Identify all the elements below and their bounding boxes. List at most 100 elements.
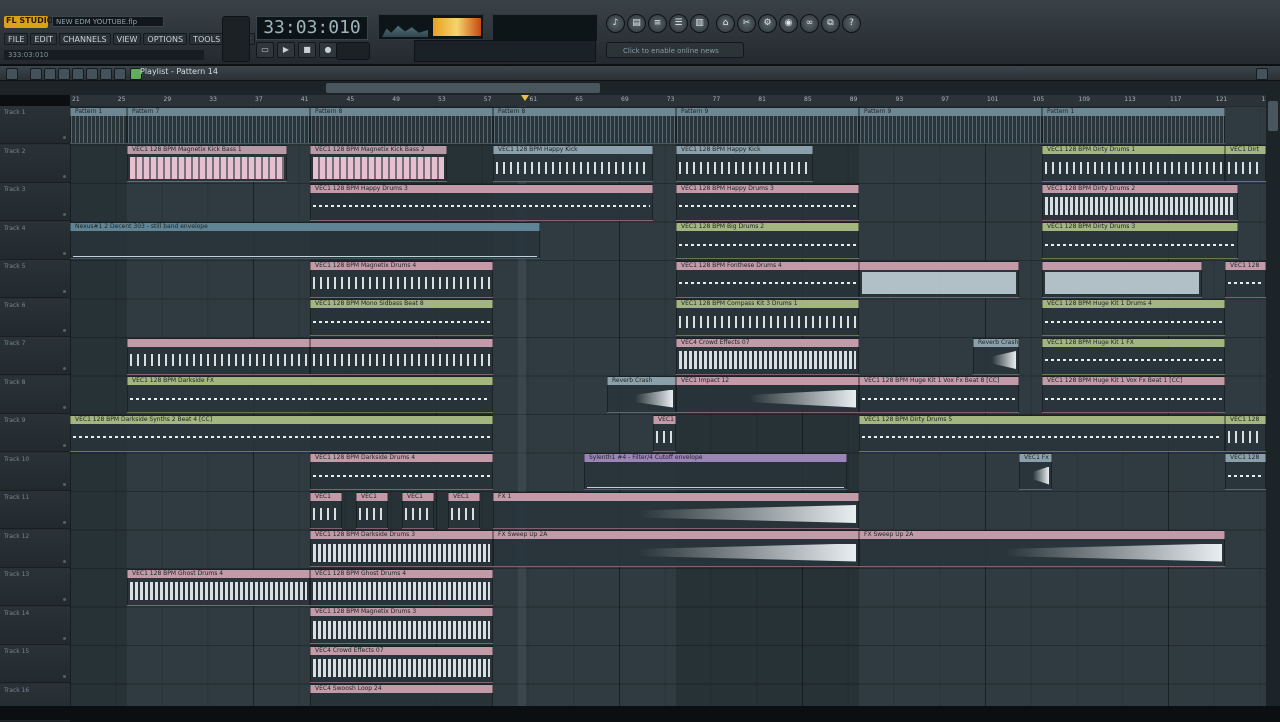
clip-automation[interactable]: Nexus#1 2 Decent 303 - still band envelo… xyxy=(70,222,540,259)
record-button[interactable]: ● xyxy=(319,42,337,58)
clip-audio[interactable]: VEC1 128 xyxy=(1225,414,1266,452)
clip-audio[interactable]: VEC1 Fx xyxy=(1019,453,1052,490)
clip-audio[interactable]: VEC1 xyxy=(448,491,480,529)
plugin-icon[interactable]: ⚙ xyxy=(758,14,777,33)
clip-pattern[interactable]: Pattern 1 xyxy=(70,106,127,144)
clip-audio[interactable]: FX 1 xyxy=(493,491,859,529)
piano-roll-icon[interactable]: ▤ xyxy=(627,14,646,33)
track-header[interactable]: Track 9 xyxy=(0,414,70,452)
clip-audio[interactable] xyxy=(859,260,1019,298)
clip-audio[interactable]: VEC1 128 xyxy=(1225,453,1266,490)
menu-channels[interactable]: CHANNELS xyxy=(58,33,111,45)
mixer-icon[interactable]: ☰ xyxy=(669,14,688,33)
clip-audio[interactable]: VEC1 128 BPM Magnetix Kick Bass 1 xyxy=(127,145,287,182)
clip-audio[interactable]: VEC1 128 BPM Dirty Drums 2 xyxy=(1042,183,1238,221)
clip-audio[interactable]: VEC1 128 BPM Huge Kit 1 Vox Fx Beat 1 [C… xyxy=(1042,376,1225,413)
clip-audio[interactable]: VEC1 128 BPM Huge Kit 1 FX xyxy=(1042,337,1225,375)
clip-pattern[interactable]: Pattern 1 xyxy=(1042,106,1225,144)
clip-pattern[interactable]: Pattern 8 xyxy=(493,106,676,144)
track-header[interactable]: Track 10 xyxy=(0,452,70,491)
clip-audio[interactable]: VEC1 Impact 12 xyxy=(676,376,859,413)
clip-audio[interactable] xyxy=(1042,260,1202,298)
track-header[interactable]: Track 6 xyxy=(0,298,70,337)
track-header[interactable]: Track 4 xyxy=(0,221,70,260)
clip-audio[interactable]: VEC1 128 BPM Darkside Synths 2 Beat 4 [C… xyxy=(70,414,493,452)
tempo-panel[interactable] xyxy=(336,42,370,60)
track-header[interactable]: Track 8 xyxy=(0,375,70,414)
track-header[interactable]: Track 13 xyxy=(0,568,70,606)
clip-audio[interactable]: VEC1 128 BPM Fonthese Drums 4 xyxy=(676,260,859,298)
paint-tool-button[interactable] xyxy=(44,68,56,80)
clip-audio[interactable]: VEC1 128 BPM Ghost Drums 4 xyxy=(127,568,310,606)
help-icon[interactable]: ? xyxy=(842,14,861,33)
pattern-song-toggle[interactable]: ▭ xyxy=(256,42,274,58)
menu-view[interactable]: VIEW xyxy=(112,33,142,45)
clip-audio[interactable]: VEC1 128 BPM Dirty Drums 3 xyxy=(1042,222,1238,259)
slice-tool-button[interactable] xyxy=(86,68,98,80)
track-header[interactable]: Track 1 xyxy=(0,106,70,144)
menu-tools[interactable]: TOOLS xyxy=(189,33,225,45)
stop-button[interactable]: ■ xyxy=(298,42,316,58)
track-header[interactable]: Track 14 xyxy=(0,606,70,645)
track-header[interactable]: Track 15 xyxy=(0,645,70,683)
mute-tool-button[interactable] xyxy=(72,68,84,80)
clip-audio[interactable]: VEC4 Crowd Effects 07 xyxy=(310,645,493,683)
playlist-menu-button[interactable] xyxy=(6,68,18,80)
record-settings-icon[interactable]: ◉ xyxy=(779,14,798,33)
clip-pattern[interactable]: Pattern 8 xyxy=(310,106,493,144)
mixer-shortcut-panel[interactable] xyxy=(414,40,596,62)
track-header[interactable]: Track 12 xyxy=(0,529,70,568)
clip-audio[interactable]: VEC1 128 BPM Magnetix Kick Bass 2 xyxy=(310,145,447,182)
clip-audio[interactable]: VEC1 128 BPM Darkside Drums 3 xyxy=(310,530,493,567)
cut-icon[interactable]: ✂ xyxy=(737,14,756,33)
clip-audio[interactable]: VEC1 128 BPM Magnetix Drums 3 xyxy=(310,607,493,644)
master-volume-panel[interactable] xyxy=(222,16,250,62)
track-header[interactable]: Track 7 xyxy=(0,337,70,375)
clip-audio[interactable]: VEC1 128 BPM Compass Kit 3 Drums 1 xyxy=(676,299,859,336)
menu-options[interactable]: OPTIONS xyxy=(143,33,188,45)
clip-audio[interactable]: VEC1 128 BPM Ghost Drums 4 xyxy=(310,568,493,606)
online-news-box[interactable]: Click to enable online news xyxy=(606,42,744,58)
clip-audio[interactable]: VEC1 128 BPM Mono Sidbass Beat 8 xyxy=(310,299,493,336)
track-header[interactable]: Track 2 xyxy=(0,144,70,183)
clip-audio[interactable]: VEC1 128 BPM Huge Kit 1 Vox Fx Beat 8 [C… xyxy=(859,376,1019,413)
clip-audio[interactable]: VEC1 128 xyxy=(1225,260,1266,298)
clip-audio[interactable]: VEC1 128 BPM Huge Kit 1 Drums 4 xyxy=(1042,299,1225,336)
playlist-grid[interactable]: Pattern 1 Pattern 7 Pattern 8 Pattern 8 Patt… xyxy=(70,106,1266,706)
play-button[interactable]: ▶ xyxy=(277,42,295,58)
clip-audio[interactable]: VEC1 xyxy=(653,414,676,452)
clip-audio[interactable]: VEC1 128 BPM Happy Drums 3 xyxy=(310,183,653,221)
clip-pattern[interactable]: Pattern 9 xyxy=(676,106,859,144)
clip-audio[interactable]: VEC1 128 BPM Happy Kick xyxy=(493,145,653,182)
clip-audio[interactable]: VEC1 128 BPM Big Drums 2 xyxy=(676,222,859,259)
link-icon[interactable]: ∞ xyxy=(800,14,819,33)
clip-audio[interactable] xyxy=(127,337,310,375)
clip-audio[interactable]: VEC1 128 BPM Dirty Drums 1 xyxy=(1042,145,1225,182)
browser-icon[interactable]: ▥ xyxy=(690,14,709,33)
clip-audio[interactable]: VEC1 xyxy=(356,491,388,529)
horizontal-scroll-thumb[interactable] xyxy=(326,83,600,93)
clip-audio[interactable]: FX Sweep Up 2A xyxy=(493,530,859,567)
clip-audio[interactable]: VEC1 128 BPM Dirty Drums 5 xyxy=(859,414,1225,452)
clip-pattern[interactable]: Pattern 7 xyxy=(127,106,310,144)
track-header[interactable]: Track 11 xyxy=(0,491,70,529)
select-tool-button[interactable] xyxy=(100,68,112,80)
vertical-scrollbar[interactable] xyxy=(1266,81,1280,706)
clip-pattern[interactable]: Pattern 9 xyxy=(859,106,1042,144)
clip-audio[interactable] xyxy=(310,337,493,375)
clip-audio[interactable]: VEC1 xyxy=(402,491,434,529)
vertical-scroll-thumb[interactable] xyxy=(1268,101,1278,131)
clip-audio[interactable]: VEC1 128 BPM Darkside Drums 4 xyxy=(310,453,493,490)
save-icon[interactable]: ⌂ xyxy=(716,14,735,33)
clip-audio[interactable]: VEC1 128 BPM Happy Drums 3 xyxy=(676,183,859,221)
clip-audio[interactable]: Reverb Crash xyxy=(973,337,1019,375)
clip-audio[interactable]: VEC4 Crowd Effects 07 xyxy=(676,337,859,375)
clip-audio[interactable]: VEC4 Swoosh Loop 24 xyxy=(310,684,493,706)
copy-icon[interactable]: ⧉ xyxy=(821,14,840,33)
clip-audio[interactable]: FX Sweep Up 2A xyxy=(859,530,1225,567)
playlist-icon[interactable]: ♪ xyxy=(606,14,625,33)
clip-audio[interactable]: VEC1 128 BPM Darkside FX xyxy=(127,376,493,413)
clip-automation[interactable]: Sylenth1 #4 - Filter/4 Cutoff envelope xyxy=(584,453,847,490)
menu-file[interactable]: FILE xyxy=(4,33,29,45)
playhead-marker[interactable] xyxy=(521,95,529,101)
